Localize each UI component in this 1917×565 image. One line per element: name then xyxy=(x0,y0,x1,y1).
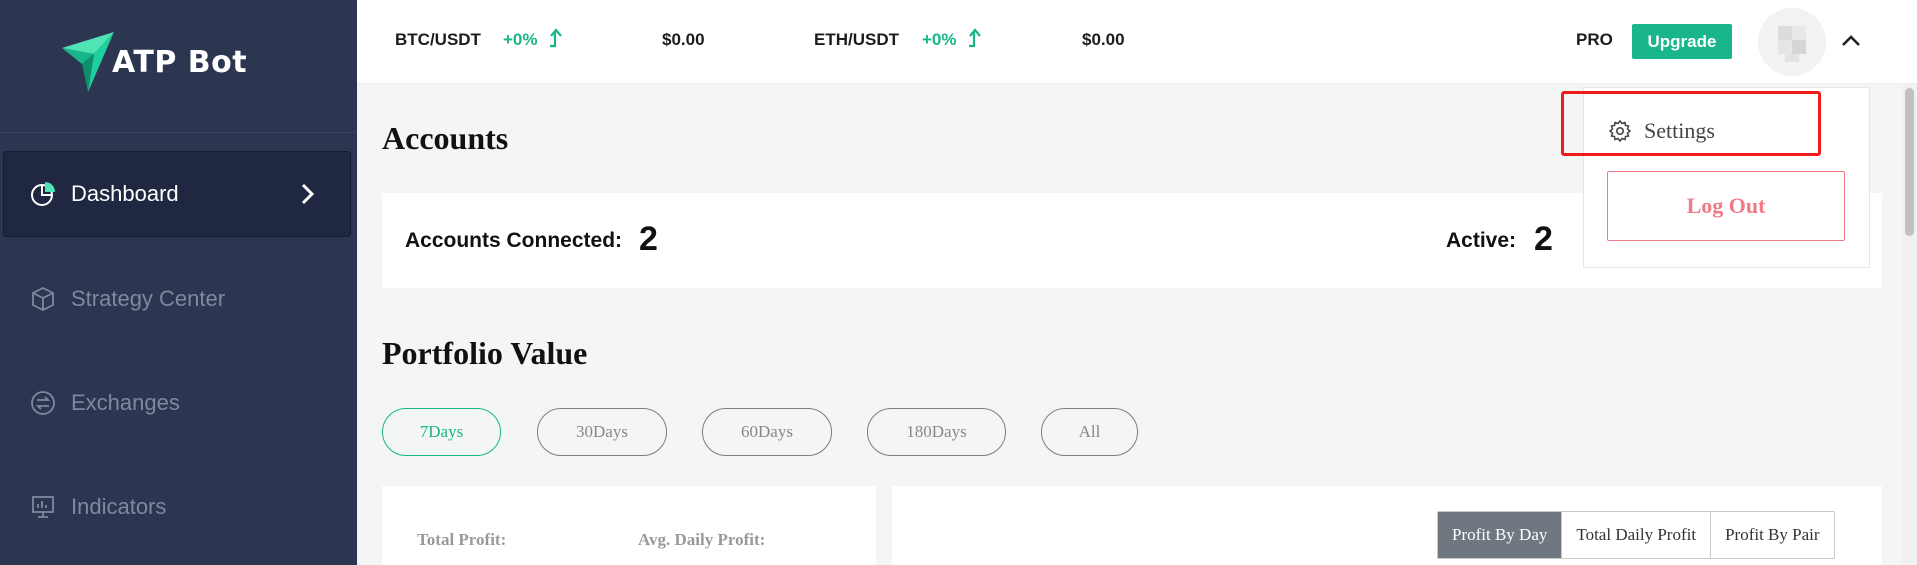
ticker-price: $0.00 xyxy=(662,30,705,49)
range-30days-button[interactable]: 30Days xyxy=(537,408,667,456)
pie-chart-icon xyxy=(29,180,57,208)
plan-badge: PRO xyxy=(1576,30,1613,49)
settings-menu-item[interactable]: Settings xyxy=(1608,118,1715,144)
chevron-right-icon xyxy=(301,183,315,205)
range-180days-button[interactable]: 180Days xyxy=(867,408,1006,456)
accounts-connected-label: Accounts Connected: xyxy=(405,229,623,252)
exchange-icon xyxy=(29,389,57,417)
logo-icon xyxy=(62,32,114,92)
chevron-up-icon[interactable] xyxy=(1840,30,1862,52)
top-bar: BTC/USDT +0% $0.00 ETH/USDT +0% $0.00 PR… xyxy=(357,0,1917,84)
sidebar-item-label: Dashboard xyxy=(71,181,179,206)
total-daily-profit-button[interactable]: Total Daily Profit xyxy=(1561,512,1711,558)
profit-by-pair-button[interactable]: Profit By Pair xyxy=(1710,512,1834,558)
profit-summary-card: Total Profit: Avg. Daily Profit: xyxy=(382,486,876,565)
accounts-connected-value: 2 xyxy=(639,220,658,258)
accounts-active-value: 2 xyxy=(1534,220,1553,258)
cube-icon xyxy=(29,285,57,313)
sidebar-item-strategy-center[interactable]: Strategy Center xyxy=(3,256,351,342)
sidebar: ATP Bot Dashboard Strategy Center Exchan… xyxy=(0,0,357,565)
settings-label: Settings xyxy=(1644,118,1715,143)
range-7days-button[interactable]: 7Days xyxy=(382,408,501,456)
portfolio-heading: Portfolio Value xyxy=(382,335,588,371)
ticker-change: +0% xyxy=(922,30,957,49)
sidebar-divider xyxy=(0,132,357,133)
logout-button[interactable]: Log Out xyxy=(1607,171,1845,241)
sidebar-item-label: Indicators xyxy=(71,494,167,519)
accounts-active-label: Active: xyxy=(1446,229,1517,252)
logo[interactable]: ATP Bot xyxy=(58,30,247,94)
trend-up-icon xyxy=(550,28,562,48)
total-profit-label: Total Profit: xyxy=(417,530,507,549)
upgrade-button[interactable]: Upgrade xyxy=(1632,24,1732,59)
trend-up-icon xyxy=(969,28,981,48)
sidebar-item-label: Exchanges xyxy=(71,390,180,415)
avg-daily-profit-label: Avg. Daily Profit: xyxy=(638,530,766,549)
accounts-heading: Accounts xyxy=(382,120,509,156)
monitor-chart-icon xyxy=(29,493,57,521)
range-all-button[interactable]: All xyxy=(1041,408,1138,456)
brand-name: ATP Bot xyxy=(112,44,248,80)
sidebar-item-exchanges[interactable]: Exchanges xyxy=(3,360,351,446)
avatar[interactable] xyxy=(1758,8,1826,76)
gear-icon xyxy=(1608,119,1632,143)
user-dropdown-menu: Settings Log Out xyxy=(1583,87,1870,268)
range-60days-button[interactable]: 60Days xyxy=(702,408,832,456)
profit-by-day-button[interactable]: Profit By Day xyxy=(1438,512,1562,558)
ticker-price: $0.00 xyxy=(1082,30,1125,49)
profit-view-toggle: Profit By Day Total Daily Profit Profit … xyxy=(1437,511,1835,559)
scrollbar-thumb[interactable] xyxy=(1905,88,1914,236)
sidebar-item-indicators[interactable]: Indicators xyxy=(3,464,351,550)
ticker-change: +0% xyxy=(503,30,538,49)
sidebar-item-label: Strategy Center xyxy=(71,286,226,311)
ticker-symbol: BTC/USDT xyxy=(395,30,481,49)
ticker-symbol: ETH/USDT xyxy=(814,30,899,49)
profit-chart-card: Profit By Day Total Daily Profit Profit … xyxy=(892,486,1882,565)
sidebar-item-dashboard[interactable]: Dashboard xyxy=(3,151,351,237)
